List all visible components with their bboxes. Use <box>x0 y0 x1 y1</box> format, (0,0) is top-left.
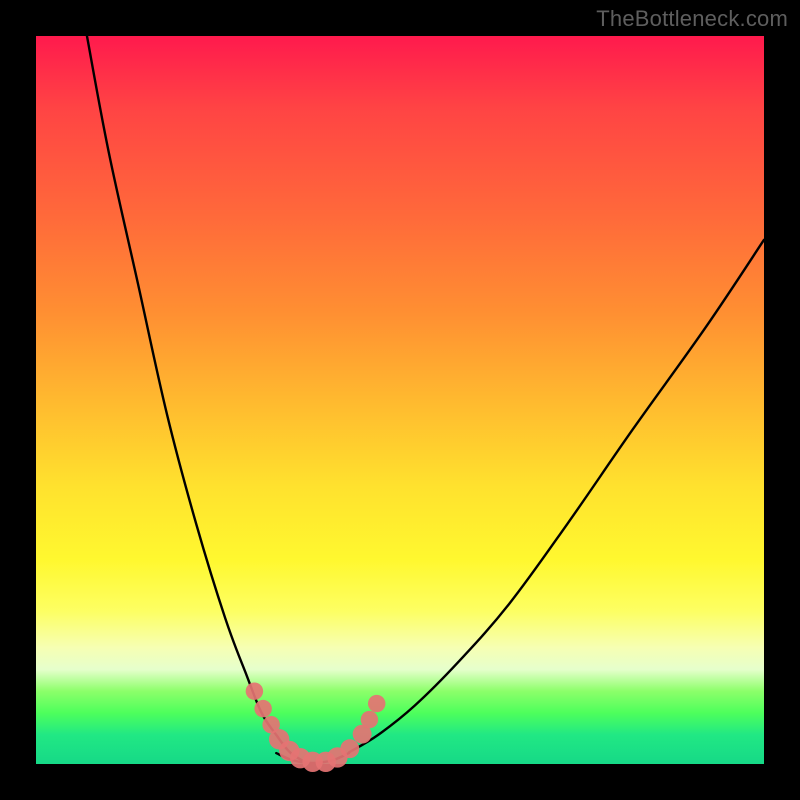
valley-bead <box>361 711 378 728</box>
valley-bead <box>368 695 385 712</box>
chart-frame: TheBottleneck.com <box>0 0 800 800</box>
valley-bead <box>340 739 359 758</box>
plot-area <box>36 36 764 764</box>
valley-bead <box>254 700 271 717</box>
curve-right <box>349 240 764 753</box>
valley-beads <box>246 682 386 772</box>
curve-layer <box>36 36 764 764</box>
valley-bead <box>246 682 263 699</box>
curve-left <box>87 36 309 764</box>
watermark-label: TheBottleneck.com <box>596 6 788 32</box>
